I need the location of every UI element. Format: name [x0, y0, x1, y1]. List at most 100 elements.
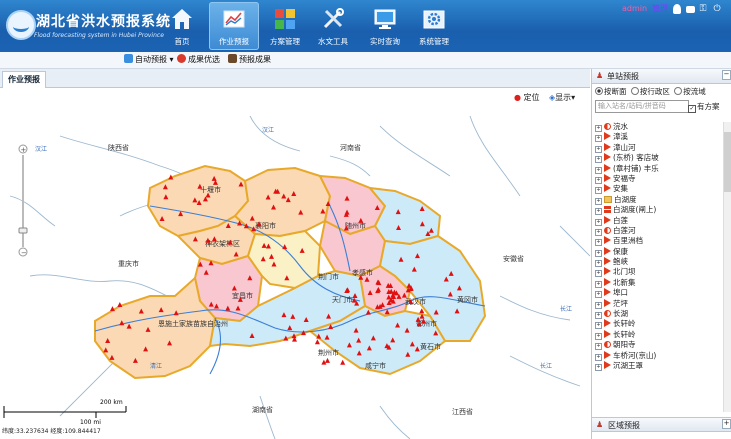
expand-icon[interactable]: + — [595, 343, 602, 351]
station-item[interactable]: + 鲍峡 — [595, 257, 720, 268]
station-item[interactable]: + 白莲河 — [595, 226, 720, 236]
station-item[interactable]: + 漳山河 — [595, 142, 720, 153]
expand-icon[interactable]: + — [595, 228, 602, 236]
station-marker[interactable] — [324, 357, 330, 363]
tab-forecast[interactable]: 作业预报 — [2, 71, 46, 88]
station-item[interactable]: + 长轩岭 — [595, 329, 720, 340]
scroll-thumb[interactable] — [724, 132, 731, 192]
expand-icon[interactable]: + — [595, 176, 602, 184]
station-search-input[interactable]: 输入站名/站码/拼音码 — [595, 100, 689, 113]
expand-icon[interactable]: + — [595, 218, 602, 226]
expand-icon[interactable]: + — [595, 312, 602, 320]
station-item[interactable]: + 长湖 — [595, 309, 720, 320]
expand-icon[interactable]: + — [595, 125, 602, 132]
station-item[interactable]: + 安福寺 — [595, 173, 720, 184]
station-item[interactable]: + 北新集 — [595, 277, 720, 288]
map-view[interactable]: 陕西省 河南省 安徽省 重庆市 湖南省 江西省 十堰市 襄阳市 神农架林区 随州市 孝感市 荆门市 宜昌… — [0, 106, 590, 439]
station-marker[interactable] — [340, 359, 346, 365]
coordinate-readout: 纬度:33.237634 经度:109.844417 — [2, 428, 101, 435]
station-item[interactable]: + 白湖度(闸上) — [595, 205, 720, 216]
expand-icon[interactable]: + — [595, 156, 602, 164]
auto-forecast-label: 自动预报 — [135, 55, 167, 64]
user-role[interactable]: 管理 — [652, 4, 668, 14]
user-name[interactable]: admin — [622, 4, 647, 14]
region-forecast-header[interactable]: ♟ 区域预报 + — [592, 417, 731, 432]
expand-icon[interactable]: + — [595, 187, 602, 195]
station-item[interactable]: + (东桥) 客店坡 — [595, 153, 720, 164]
station-item[interactable]: + 百里洲档 — [595, 236, 720, 247]
expand-icon[interactable]: + — [595, 332, 602, 340]
nav-home[interactable]: 首页 — [157, 2, 207, 50]
station-item[interactable]: + 漳溪 — [595, 132, 720, 143]
expand-icon[interactable]: + — [595, 363, 602, 371]
expand-icon[interactable]: + — [595, 145, 602, 153]
nav-system[interactable]: 系统管理 — [409, 2, 459, 50]
expand-icon[interactable]: + — [722, 419, 731, 429]
collapse-icon[interactable]: − — [722, 70, 731, 80]
station-item[interactable]: + 车桥河(京山) — [595, 350, 720, 361]
message-icon[interactable] — [685, 6, 695, 13]
auto-forecast-button[interactable]: 自动预报 ▾ — [124, 54, 174, 65]
power-icon[interactable]: ⏻ — [713, 4, 722, 14]
river-station-icon — [604, 215, 611, 224]
station-item[interactable]: + 北门坝 — [595, 267, 720, 278]
expand-icon[interactable]: + — [595, 291, 602, 299]
radio-off-icon — [674, 87, 683, 95]
station-item[interactable]: + 安集 — [595, 184, 720, 195]
station-name: 长轩岭 — [613, 319, 636, 329]
station-marker[interactable] — [314, 339, 320, 345]
user-icon[interactable] — [672, 4, 681, 14]
zoom-thumb[interactable] — [18, 227, 28, 234]
expand-icon[interactable]: + — [595, 249, 602, 257]
expand-icon[interactable]: + — [595, 280, 602, 288]
river-station-icon — [604, 153, 611, 162]
station-item[interactable]: + 白湖度 — [595, 195, 720, 205]
expand-icon[interactable]: + — [595, 353, 602, 361]
station-item[interactable]: + 茫坪 — [595, 298, 720, 309]
expand-icon[interactable]: + — [595, 260, 602, 268]
key-icon[interactable]: ⚿ — [700, 4, 709, 14]
station-list-scrollbar[interactable] — [723, 122, 731, 412]
station-name: 沉湖王罩 — [613, 360, 643, 370]
station-item[interactable]: + 白莲 — [595, 215, 720, 226]
scale-label-mi: 100 mi — [80, 419, 101, 426]
station-item[interactable]: + 保康 — [595, 246, 720, 257]
puzzle-icon — [275, 9, 295, 29]
map-label: 河南省 — [340, 143, 361, 152]
locate-button[interactable]: ● 定位 — [514, 92, 540, 103]
display-button[interactable]: ◈显示▾ — [549, 92, 575, 103]
station-item[interactable]: + (章村铺) 丰乐 — [595, 163, 720, 174]
station-item[interactable]: + 浣水 — [595, 122, 720, 132]
station-item[interactable]: + 沉湖王罩 — [595, 360, 720, 371]
nav-query[interactable]: 实时查询 — [360, 2, 410, 50]
expand-icon[interactable]: + — [595, 270, 602, 278]
nav-tools[interactable]: 水文工具 — [308, 2, 358, 50]
nav-plan[interactable]: 方案管理 — [260, 2, 310, 50]
locate-label: 定位 — [523, 93, 540, 102]
target-icon — [177, 54, 186, 63]
has-plan-checkbox[interactable]: ✓ 有方案 — [688, 101, 720, 113]
expand-icon[interactable]: + — [595, 135, 602, 143]
station-item[interactable]: + 朝阳寺 — [595, 340, 720, 351]
expand-icon[interactable]: + — [595, 322, 602, 330]
nav-forecast[interactable]: 作业预报 — [209, 2, 259, 50]
map-label: 重庆市 — [118, 259, 139, 268]
expand-icon[interactable]: + — [595, 208, 602, 216]
panel-header[interactable]: ♟ 单站预报 − — [592, 69, 731, 84]
radio-by-region[interactable]: 按行政区 — [630, 87, 670, 96]
map-label: 陕西省 — [108, 143, 129, 152]
result-select-button[interactable]: 成果优选 — [177, 54, 220, 65]
forecast-result-button[interactable]: 预报成果 — [228, 54, 271, 65]
station-item[interactable]: + 长轩岭 — [595, 319, 720, 330]
expand-icon[interactable]: + — [595, 301, 602, 309]
expand-icon[interactable]: + — [595, 239, 602, 247]
expand-icon[interactable]: + — [595, 197, 602, 205]
station-item[interactable]: + 埠口 — [595, 288, 720, 299]
tools-icon — [323, 8, 344, 29]
radio-by-section[interactable]: 按断面 — [595, 87, 627, 96]
station-name: 鲍峡 — [613, 257, 628, 267]
reservoir-icon — [604, 123, 611, 130]
expand-icon[interactable]: + — [595, 166, 602, 174]
zoom-control[interactable]: + − — [18, 144, 28, 257]
radio-by-basin[interactable]: 按流域 — [674, 87, 706, 96]
